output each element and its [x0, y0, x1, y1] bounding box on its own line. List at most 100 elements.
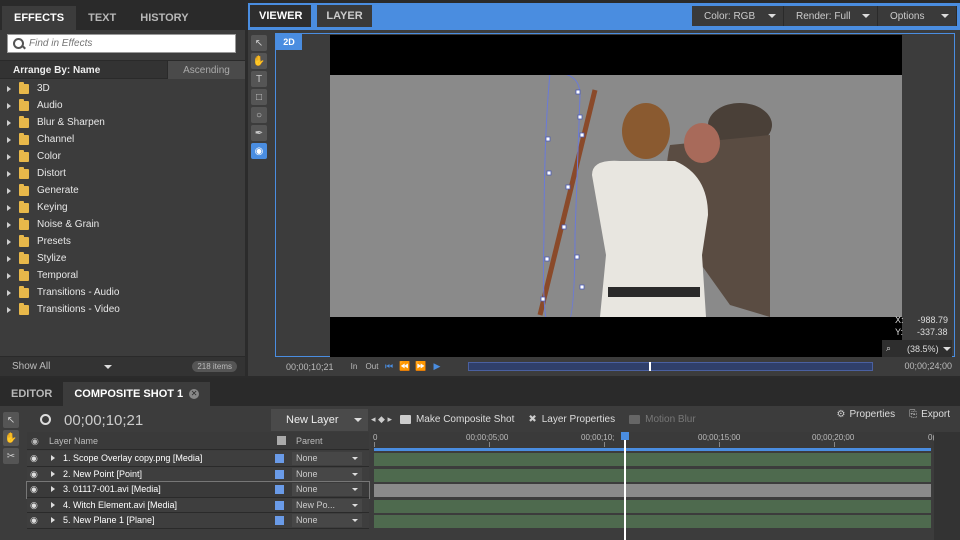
expand-arrow-icon[interactable] — [7, 153, 11, 160]
expand-arrow-icon[interactable] — [7, 221, 11, 228]
layer-row[interactable]: ◉ 5. New Plane 1 [Plane] None — [27, 513, 369, 529]
effect-folder[interactable]: Channel — [0, 131, 245, 148]
text-tool-icon[interactable]: T — [251, 71, 267, 87]
expand-arrow-icon[interactable] — [51, 501, 55, 508]
effect-folder[interactable]: 3D — [0, 80, 245, 97]
step-forward-icon[interactable]: ⏩ — [413, 360, 429, 373]
expand-arrow-icon[interactable] — [51, 486, 55, 492]
effect-folder[interactable]: Distort — [0, 165, 245, 182]
visibility-icon[interactable]: ◉ — [30, 500, 38, 511]
expand-arrow-icon[interactable] — [7, 272, 11, 279]
go-to-start-icon[interactable]: ⏮ — [381, 360, 397, 373]
parent-dropdown[interactable]: None — [292, 483, 362, 496]
effect-folder[interactable]: Temporal — [0, 267, 245, 284]
effect-folder[interactable]: Generate — [0, 182, 245, 199]
expand-arrow-icon[interactable] — [7, 187, 11, 194]
new-layer-button[interactable]: New Layer — [271, 409, 368, 431]
expand-arrow-icon[interactable] — [7, 289, 11, 296]
track-clip[interactable] — [374, 499, 931, 513]
expand-arrow-icon[interactable] — [7, 170, 11, 177]
filter-dropdown[interactable]: Show All — [5, 359, 117, 375]
tab-effects[interactable]: EFFECTS — [2, 6, 77, 30]
layer-color-swatch[interactable] — [275, 500, 284, 510]
arrange-by-label[interactable]: Arrange By: Name — [13, 65, 100, 76]
effect-folder[interactable]: Keying — [0, 199, 245, 216]
tab-history[interactable]: HISTORY — [128, 6, 200, 30]
scrub-bar[interactable] — [468, 362, 873, 371]
tab-text[interactable]: TEXT — [76, 6, 128, 30]
expand-arrow-icon[interactable] — [7, 102, 11, 109]
track-clip[interactable] — [374, 515, 931, 528]
expand-arrow-icon[interactable] — [7, 85, 11, 92]
expand-arrow-icon[interactable] — [51, 517, 55, 523]
timeline-tracks[interactable]: 0 00;00;05;00 00;00;10; 00;00;15;00 00;0… — [371, 432, 960, 540]
layer-color-swatch[interactable] — [275, 485, 284, 494]
close-icon[interactable]: ✕ — [189, 389, 200, 399]
parent-dropdown[interactable]: None — [292, 514, 362, 527]
viewer-playhead[interactable] — [649, 362, 651, 371]
visibility-icon[interactable]: ◉ — [30, 484, 38, 495]
work-area-bar[interactable] — [374, 448, 931, 451]
layer-row[interactable]: ◉ 4. Witch Element.avi [Media] New Po... — [27, 497, 369, 513]
effect-folder[interactable]: Stylize — [0, 250, 245, 267]
effect-folder[interactable]: Noise & Grain — [0, 216, 245, 233]
step-back-icon[interactable]: ⏪ — [397, 360, 413, 373]
layer-row[interactable]: ◉ 1. Scope Overlay copy.png [Media] None — [27, 451, 369, 467]
track-clip[interactable] — [374, 484, 931, 497]
parent-dropdown[interactable]: New Po... — [292, 498, 362, 512]
point-tool-icon[interactable]: ◉ — [251, 143, 267, 159]
export-button[interactable]: ⎘ Export — [909, 409, 950, 420]
timeline-scrollbar[interactable] — [934, 432, 960, 540]
expand-arrow-icon[interactable] — [7, 255, 11, 262]
tab-editor[interactable]: EDITOR — [0, 382, 63, 406]
tab-layer[interactable]: LAYER — [317, 5, 372, 27]
layer-row[interactable]: ◉ 3. 01117-001.avi [Media] None — [26, 481, 370, 499]
zoom-dropdown[interactable]: ⌕ (38.5%) — [882, 340, 952, 357]
visibility-icon[interactable]: ◉ — [30, 515, 38, 526]
expand-arrow-icon[interactable] — [7, 204, 11, 211]
track-clip[interactable] — [374, 468, 931, 482]
parent-dropdown[interactable]: None — [292, 452, 362, 465]
track-clip[interactable] — [374, 453, 931, 466]
color-mode-dropdown[interactable]: Color: RGB — [692, 6, 784, 26]
effect-folder[interactable]: Audio — [0, 97, 245, 114]
effect-folder[interactable]: Color — [0, 148, 245, 165]
search-box[interactable] — [7, 34, 236, 53]
render-dropdown[interactable]: Render: Full — [784, 6, 878, 26]
effect-folder[interactable]: Blur & Sharpen — [0, 114, 245, 131]
time-ruler[interactable]: 0 00;00;05;00 00;00;10; 00;00;15;00 00;0… — [371, 432, 935, 448]
expand-arrow-icon[interactable] — [7, 119, 11, 126]
properties-button[interactable]: ⚙ Properties — [837, 409, 896, 420]
effect-folder[interactable]: Transitions - Audio — [0, 284, 245, 301]
in-point-button[interactable]: In — [345, 362, 363, 371]
tab-composite-shot[interactable]: COMPOSITE SHOT 1 ✕ — [63, 382, 211, 406]
layer-properties-button[interactable]: ✖ Layer Properties — [528, 414, 615, 425]
timeline-playhead[interactable] — [621, 432, 629, 540]
options-dropdown[interactable]: Options — [878, 6, 957, 26]
razor-tool-icon[interactable]: ✂ — [3, 448, 19, 464]
search-input[interactable] — [29, 38, 229, 49]
expand-arrow-icon[interactable] — [7, 238, 11, 245]
hand-tool-icon[interactable]: ✋ — [251, 53, 267, 69]
select-tool-icon[interactable]: ↖ — [3, 412, 19, 428]
layer-color-swatch[interactable] — [275, 516, 284, 525]
motion-blur-button[interactable]: Motion Blur — [629, 414, 696, 425]
pen-tool-icon[interactable]: ✒ — [251, 125, 267, 141]
expand-arrow-icon[interactable] — [51, 470, 55, 477]
out-point-button[interactable]: Out — [363, 362, 381, 371]
play-icon[interactable]: ▶ — [429, 360, 445, 373]
rectangle-tool-icon[interactable]: □ — [251, 89, 267, 105]
layer-row[interactable]: ◉ 2. New Point [Point] None — [27, 466, 369, 482]
hand-tool-icon[interactable]: ✋ — [3, 430, 19, 446]
select-tool-icon[interactable]: ↖ — [251, 35, 267, 51]
view-mode-badge[interactable]: 2D — [276, 34, 302, 50]
layer-color-swatch[interactable] — [275, 454, 284, 463]
video-frame[interactable] — [330, 35, 902, 357]
expand-arrow-icon[interactable] — [7, 136, 11, 143]
make-composite-button[interactable]: Make Composite Shot — [399, 414, 514, 425]
keyframe-nav[interactable]: ◂ ◆ ▸ — [371, 414, 392, 425]
expand-arrow-icon[interactable] — [7, 306, 11, 313]
layer-color-swatch[interactable] — [275, 469, 284, 479]
ellipse-tool-icon[interactable]: ○ — [251, 107, 267, 123]
effect-folder[interactable]: Presets — [0, 233, 245, 250]
